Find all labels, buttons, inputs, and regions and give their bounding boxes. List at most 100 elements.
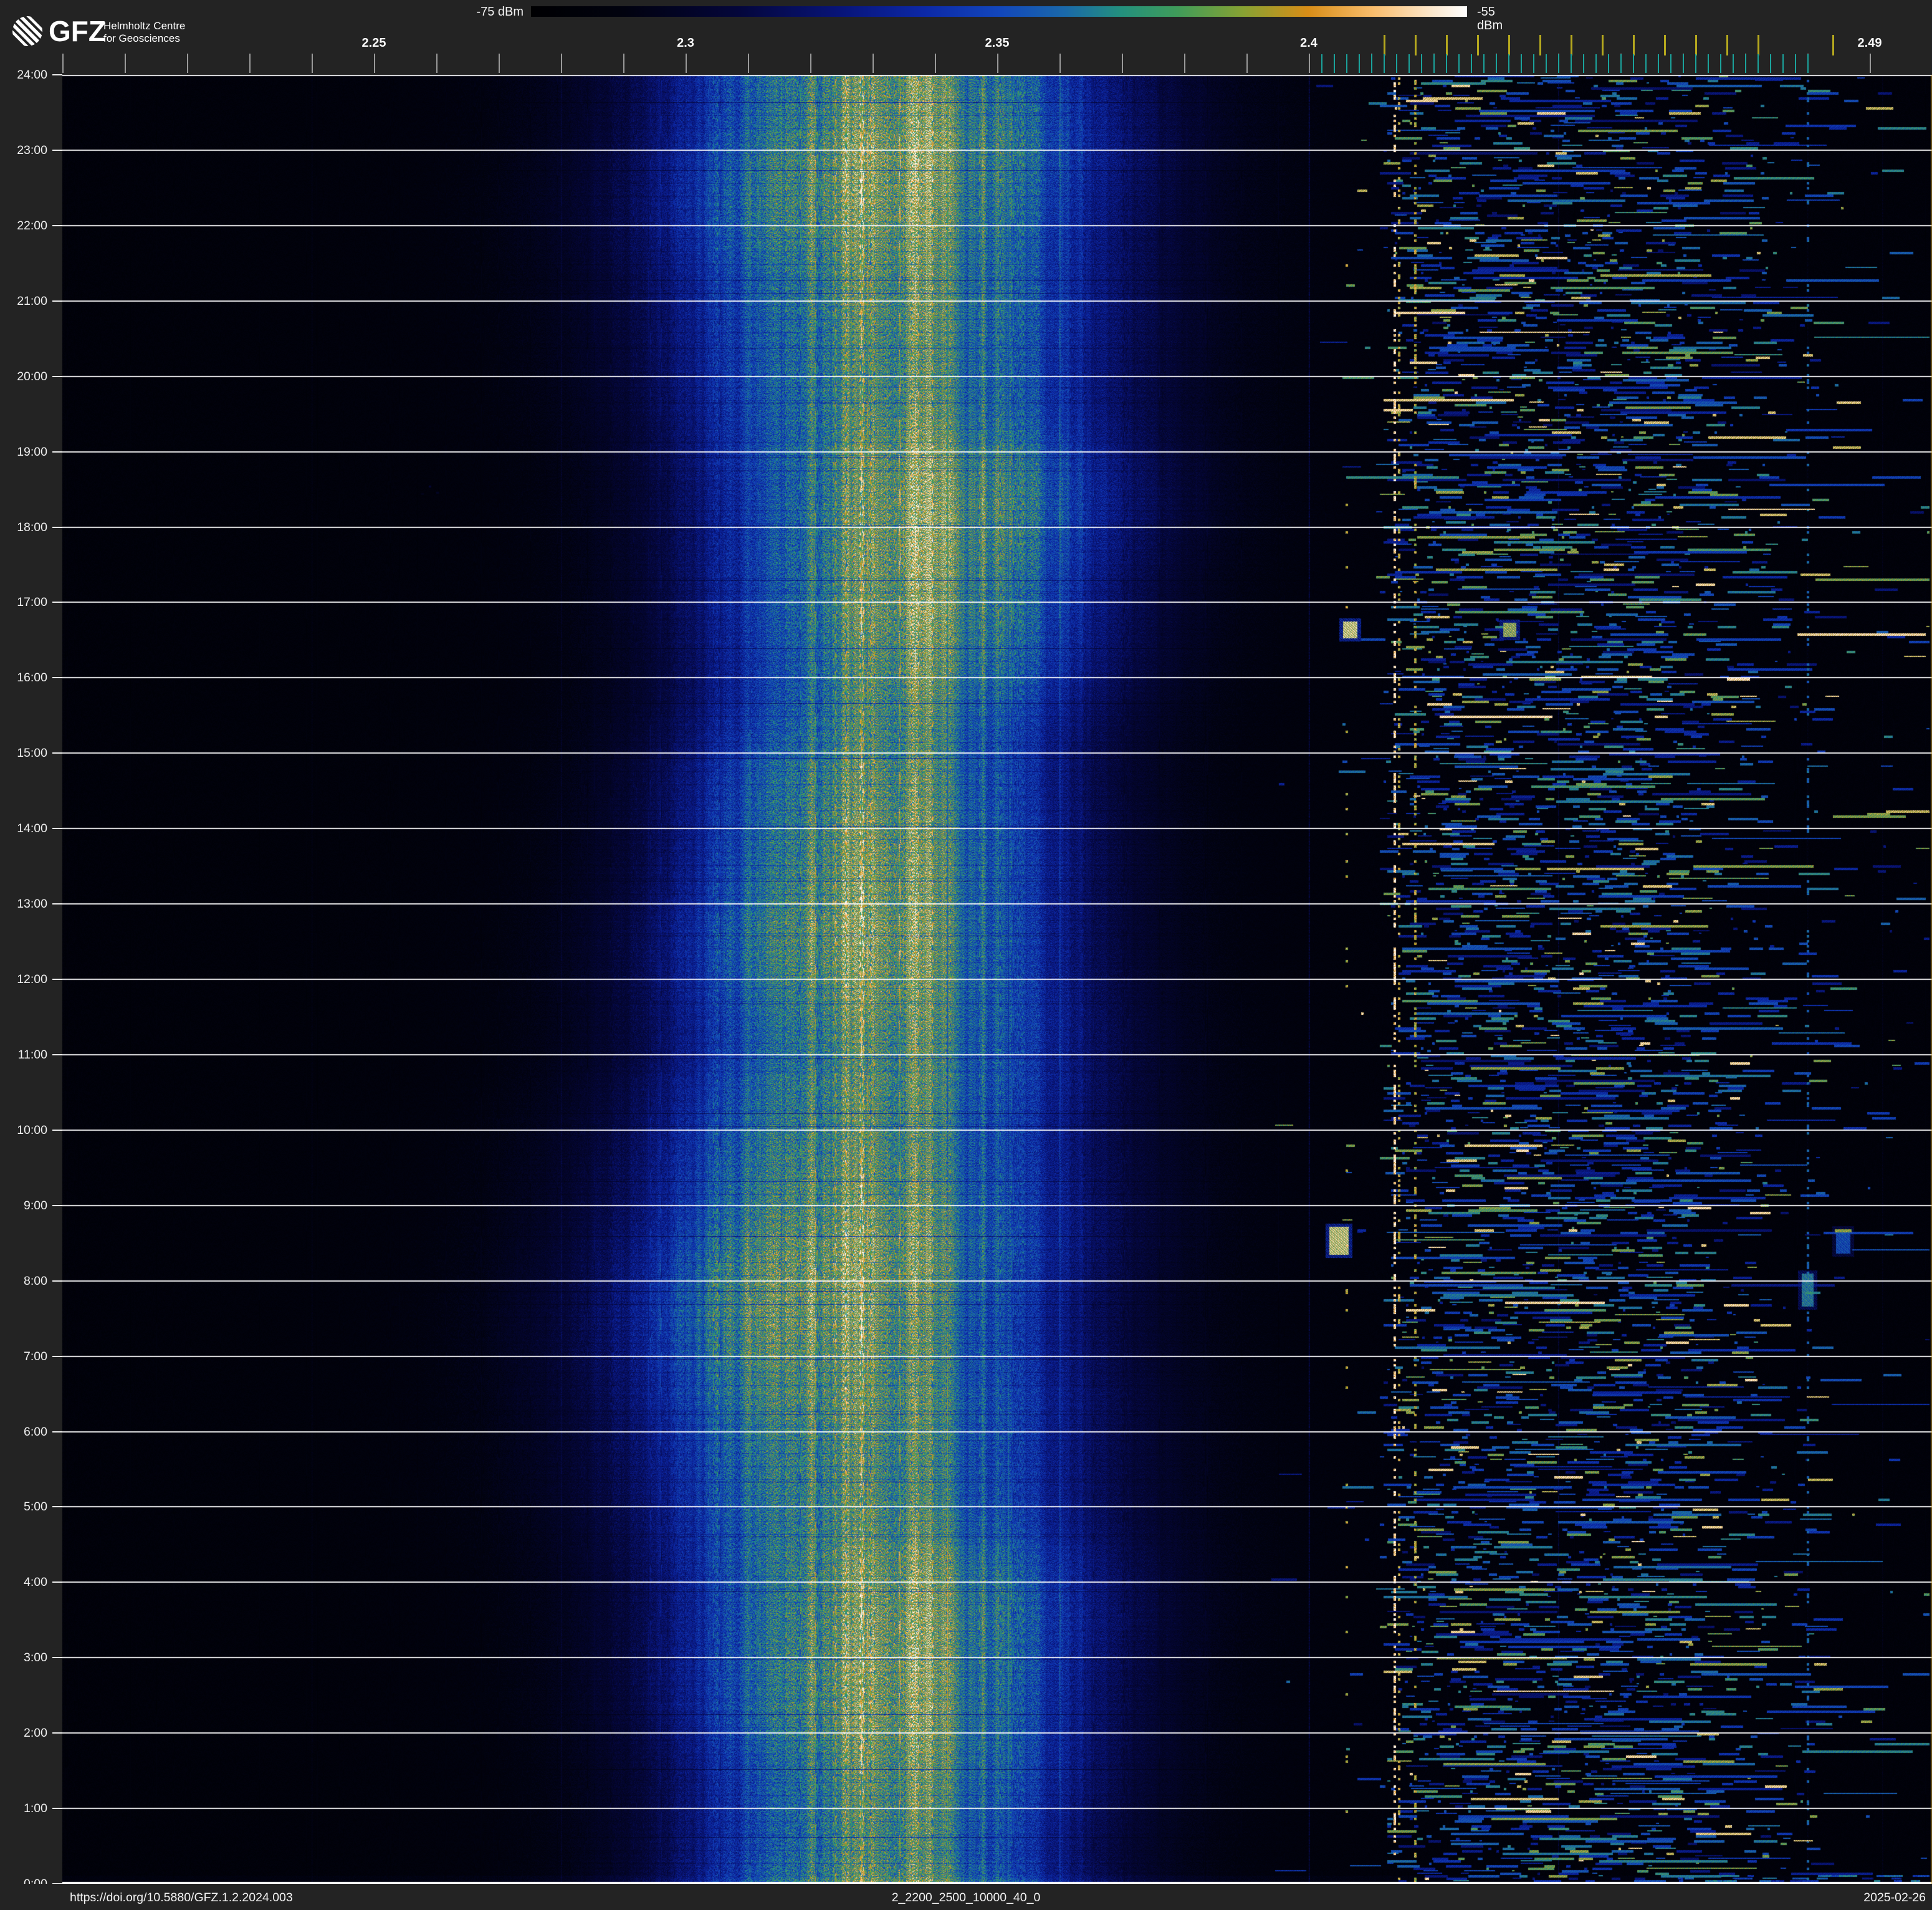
hour-tick xyxy=(52,1431,62,1432)
freq-major-tick xyxy=(1122,54,1123,73)
freq-major-tick xyxy=(62,54,64,73)
spectrogram-canvas[interactable] xyxy=(62,75,1932,1884)
freq-major-tick xyxy=(810,54,811,73)
time-label: 3:00 xyxy=(24,1651,47,1664)
time-label: 1:00 xyxy=(24,1802,47,1815)
footer-date: 2025-02-26 xyxy=(1863,1891,1926,1904)
hour-tick xyxy=(52,150,62,151)
ble-channel-tick xyxy=(1720,54,1721,73)
freq-major-tick xyxy=(997,54,998,73)
time-label: 17:00 xyxy=(17,595,47,609)
ble-channel-tick xyxy=(1433,54,1435,73)
time-label: 9:00 xyxy=(24,1199,47,1212)
time-label: 6:00 xyxy=(24,1425,47,1439)
freq-major-tick xyxy=(312,54,313,73)
ble-channel-tick xyxy=(1546,54,1547,73)
hour-tick xyxy=(52,1506,62,1507)
ble-channel-tick xyxy=(1807,54,1809,73)
ble-channel-tick xyxy=(1745,54,1746,73)
hour-tick xyxy=(52,1130,62,1131)
ble-channel-tick xyxy=(1595,54,1597,73)
freq-label: 2.49 xyxy=(1857,36,1882,50)
hour-tick xyxy=(52,1280,62,1282)
hour-tick xyxy=(52,677,62,678)
ble-channel-tick xyxy=(1633,54,1634,73)
wifi-channel-tick xyxy=(1695,35,1697,55)
hour-tick xyxy=(52,1732,62,1734)
ble-channel-tick xyxy=(1645,54,1647,73)
freq-major-tick xyxy=(1184,54,1185,73)
time-label: 21:00 xyxy=(17,294,47,308)
freq-major-tick xyxy=(249,54,251,73)
hour-tick xyxy=(52,1581,62,1583)
hour-tick xyxy=(52,1205,62,1206)
ble-channel-tick xyxy=(1770,54,1771,73)
wifi-channel-tick xyxy=(1415,35,1417,55)
hour-tick xyxy=(52,376,62,377)
ble-channel-tick xyxy=(1608,54,1609,73)
ble-channel-tick xyxy=(1782,54,1784,73)
time-label: 18:00 xyxy=(17,521,47,534)
ble-channel-tick xyxy=(1658,54,1659,73)
ble-channel-tick xyxy=(1683,54,1684,73)
wifi-channel-tick xyxy=(1539,35,1541,55)
time-label: 12:00 xyxy=(17,972,47,986)
hour-tick xyxy=(52,225,62,226)
footer: https://doi.org/10.5880/GFZ.1.2.2024.003… xyxy=(0,1884,1932,1910)
ble-channel-tick xyxy=(1421,54,1422,73)
hour-tick xyxy=(52,74,62,75)
wifi-channel-tick xyxy=(1726,35,1728,55)
header: GFZ Helmholtz Centre for Geosciences -75… xyxy=(0,0,1932,75)
spectrogram-page: GFZ Helmholtz Centre for Geosciences -75… xyxy=(0,0,1932,1910)
freq-major-tick xyxy=(125,54,126,73)
freq-label: 2.3 xyxy=(677,36,694,50)
gfz-logo: GFZ Helmholtz Centre for Geosciences xyxy=(12,15,185,47)
time-label: 10:00 xyxy=(17,1123,47,1137)
logo-acronym: GFZ xyxy=(49,15,106,47)
hour-tick xyxy=(52,903,62,905)
time-label: 7:00 xyxy=(24,1350,47,1363)
freq-major-tick xyxy=(561,54,562,73)
freq-major-tick xyxy=(873,54,874,73)
time-label: 15:00 xyxy=(17,746,47,760)
time-label: 19:00 xyxy=(17,445,47,459)
hour-tick xyxy=(52,1356,62,1357)
time-label: 5:00 xyxy=(24,1500,47,1514)
time-label: 16:00 xyxy=(17,671,47,684)
ble-channel-tick xyxy=(1533,54,1534,73)
freq-major-tick xyxy=(623,54,624,73)
freq-major-tick xyxy=(1870,54,1871,73)
ble-channel-tick xyxy=(1396,54,1397,73)
ble-channel-tick xyxy=(1334,54,1335,73)
logo-subtitle-2: for Geosciences xyxy=(103,32,180,44)
time-label: 22:00 xyxy=(17,219,47,233)
freq-major-tick xyxy=(187,54,188,73)
time-label: 23:00 xyxy=(17,143,47,157)
hour-tick xyxy=(52,451,62,453)
wifi-channel-tick xyxy=(1602,35,1604,55)
freq-major-tick xyxy=(748,54,749,73)
ble-channel-tick xyxy=(1558,54,1559,73)
wifi-channel-tick xyxy=(1832,35,1834,55)
hour-tick xyxy=(52,752,62,754)
time-label: 4:00 xyxy=(24,1575,47,1589)
wifi-channel-tick xyxy=(1477,35,1479,55)
hour-tick xyxy=(52,1657,62,1658)
wifi-channel-tick xyxy=(1508,35,1510,55)
time-label: 24:00 xyxy=(17,68,47,82)
ble-channel-tick xyxy=(1408,54,1410,73)
freq-major-tick xyxy=(686,54,687,73)
time-label: 2:00 xyxy=(24,1726,47,1740)
hour-tick xyxy=(52,300,62,302)
ble-channel-tick xyxy=(1458,54,1460,73)
hour-tick xyxy=(52,602,62,603)
ble-channel-tick xyxy=(1708,54,1709,73)
ble-channel-tick xyxy=(1620,54,1622,73)
time-label: 20:00 xyxy=(17,370,47,383)
time-label: 8:00 xyxy=(24,1274,47,1288)
freq-major-tick xyxy=(499,54,500,73)
time-label: 14:00 xyxy=(17,822,47,835)
hour-tick xyxy=(52,1054,62,1055)
freq-major-tick xyxy=(1059,54,1061,73)
ble-channel-tick xyxy=(1670,54,1671,73)
